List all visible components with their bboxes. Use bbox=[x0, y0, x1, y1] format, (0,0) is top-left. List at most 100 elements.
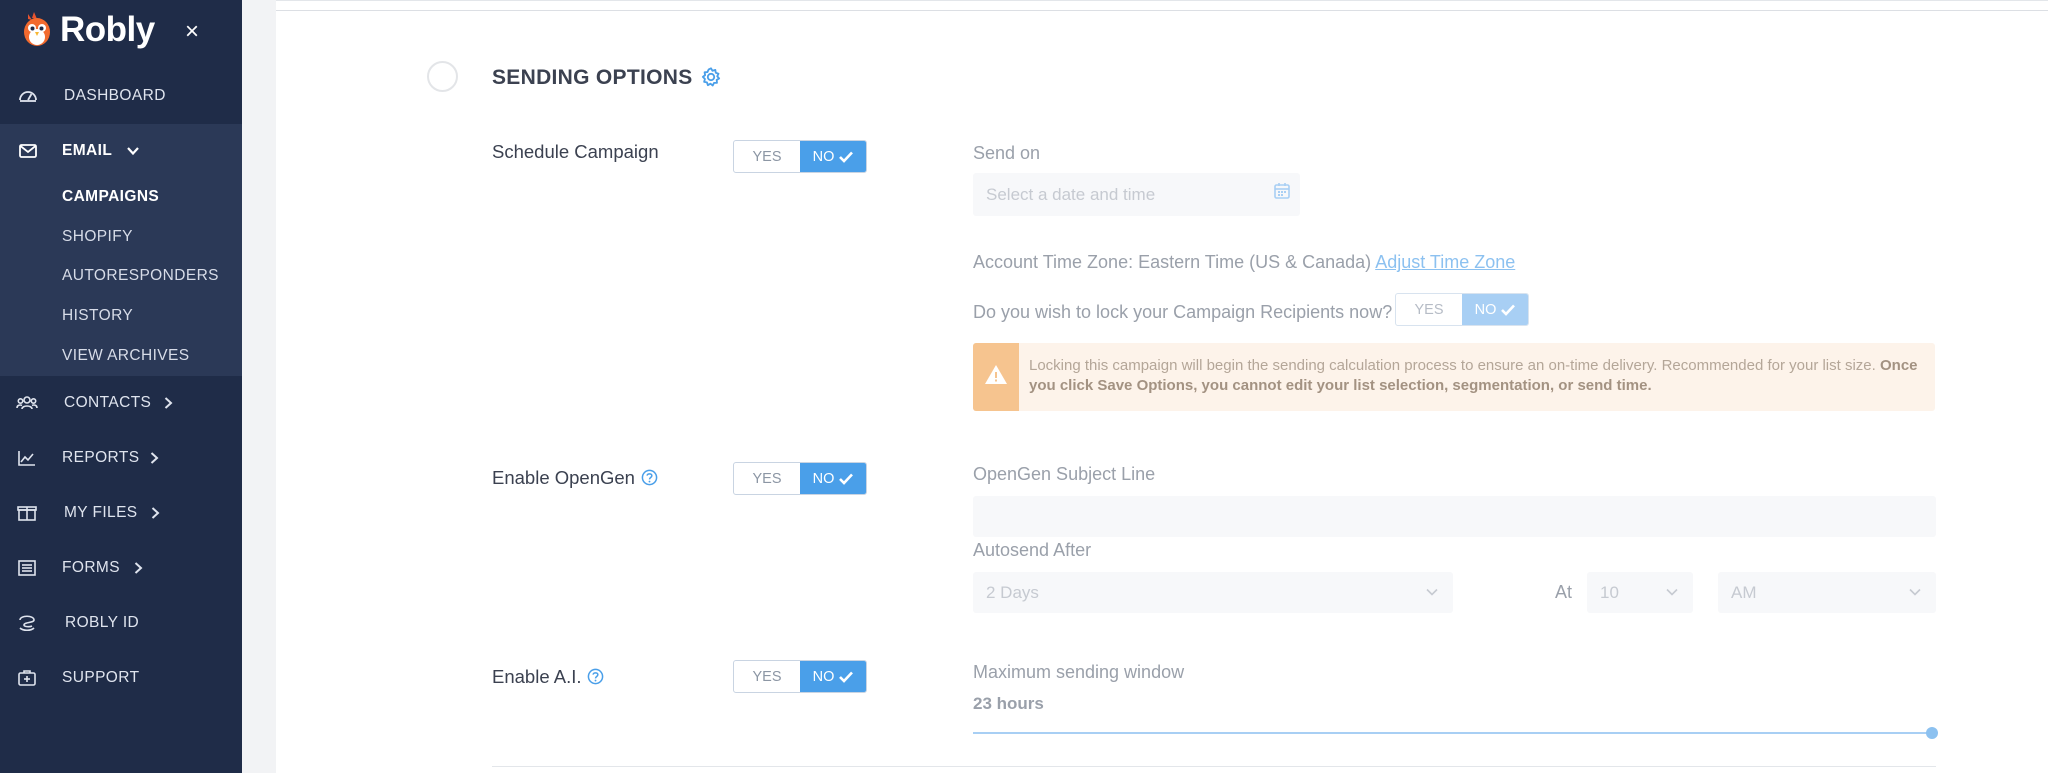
sidebar-item-label: FORMS bbox=[62, 559, 120, 576]
autosend-after-label: Autosend After bbox=[973, 540, 1092, 560]
divider bbox=[492, 766, 1936, 767]
sending-window-slider-handle[interactable] bbox=[1926, 727, 1939, 739]
sidebar-subitem-history[interactable]: HISTORY bbox=[62, 307, 133, 325]
chevron-right-icon bbox=[134, 562, 143, 574]
help-circle-icon[interactable] bbox=[641, 469, 658, 486]
enable-opengen-label: Enable OpenGen bbox=[492, 467, 658, 489]
sidebar-subitem-autoresponders[interactable]: AUTORESPONDERS bbox=[62, 267, 219, 285]
timezone-text: Account Time Zone: Eastern Time (US & Ca… bbox=[973, 252, 1515, 273]
warning-bar bbox=[973, 343, 1019, 411]
app-root: Robly × DASHBOARD EMAIL CAMPAIGNS SHOPIF… bbox=[0, 0, 2048, 773]
autosend-ampm-select[interactable]: AM bbox=[1718, 572, 1936, 613]
schedule-no-option[interactable]: NO bbox=[800, 141, 866, 172]
checkmark-icon bbox=[839, 671, 854, 683]
checkmark-icon bbox=[839, 151, 854, 163]
max-sending-window-label: Maximum sending window bbox=[973, 662, 1185, 682]
robly-bird-logo-icon bbox=[24, 12, 50, 46]
app-name: Robly bbox=[60, 10, 155, 49]
checkmark-icon bbox=[839, 473, 854, 485]
warning-triangle-icon bbox=[985, 365, 1007, 384]
enable-ai-label: Enable A.I. bbox=[492, 666, 604, 688]
envelope-icon bbox=[19, 144, 37, 158]
enable-ai-toggle[interactable]: YES NO bbox=[733, 660, 867, 693]
sidebar-subitem-view-archives[interactable]: VIEW ARCHIVES bbox=[62, 347, 190, 365]
close-sidebar-icon[interactable]: × bbox=[180, 20, 204, 44]
autosend-hour-select[interactable]: 10 bbox=[1587, 572, 1693, 613]
divider bbox=[276, 10, 2048, 11]
schedule-campaign-toggle[interactable]: YES NO bbox=[733, 140, 867, 173]
ai-no-option[interactable]: NO bbox=[800, 661, 866, 692]
send-date-input[interactable]: Select a date and time bbox=[973, 173, 1300, 216]
form-icon bbox=[18, 560, 36, 576]
max-sending-window-value: 23 hours bbox=[973, 694, 1044, 713]
at-label: At bbox=[1555, 582, 1573, 602]
enable-opengen-toggle[interactable]: YES NO bbox=[733, 462, 867, 495]
robly-id-icon bbox=[19, 615, 35, 632]
hour-value: 10 bbox=[1600, 583, 1619, 602]
send-on-label: Send on bbox=[973, 143, 1041, 163]
box-icon bbox=[17, 506, 37, 521]
sidebar-item-label: SUPPORT bbox=[62, 669, 140, 686]
no-label: NO bbox=[812, 668, 835, 685]
chevron-right-icon bbox=[164, 397, 173, 409]
sidebar-subitem-campaigns[interactable]: CAMPAIGNS bbox=[62, 188, 159, 206]
lock-no-option[interactable]: NO bbox=[1462, 294, 1528, 325]
sidebar-item-label: EMAIL bbox=[62, 142, 113, 159]
sidebar-item-reports[interactable]: REPORTS bbox=[0, 434, 242, 482]
chevron-down-icon bbox=[1666, 588, 1678, 596]
adjust-time-zone-link[interactable]: Adjust Time Zone bbox=[1375, 252, 1515, 272]
schedule-yes-option[interactable]: YES bbox=[734, 141, 800, 172]
autosend-after-select[interactable]: 2 Days bbox=[973, 572, 1453, 613]
chevron-down-icon bbox=[1426, 588, 1438, 596]
schedule-campaign-label: Schedule Campaign bbox=[492, 141, 659, 162]
timezone-value: Account Time Zone: Eastern Time (US & Ca… bbox=[973, 252, 1372, 272]
sidebar-subitem-shopify[interactable]: SHOPIFY bbox=[62, 228, 133, 246]
chevron-right-icon bbox=[150, 452, 159, 464]
sidebar-item-label: DASHBOARD bbox=[64, 87, 166, 104]
no-label: NO bbox=[1474, 301, 1497, 318]
lock-yes-option[interactable]: YES bbox=[1396, 294, 1462, 325]
autosend-value: 2 Days bbox=[986, 583, 1039, 602]
section-title: SENDING OPTIONS bbox=[492, 66, 693, 89]
opengen-subject-input[interactable] bbox=[973, 496, 1936, 537]
ai-label-text: Enable A.I. bbox=[492, 666, 582, 687]
sidebar-item-label: ROBLY ID bbox=[65, 614, 140, 631]
date-placeholder: Select a date and time bbox=[986, 185, 1156, 204]
sidebar-item-contacts[interactable]: CONTACTS bbox=[0, 379, 242, 427]
ampm-value: AM bbox=[1731, 583, 1757, 602]
checkmark-icon bbox=[1501, 304, 1516, 316]
sidebar-item-email[interactable]: EMAIL bbox=[0, 127, 242, 175]
lock-recipients-toggle[interactable]: YES NO bbox=[1395, 293, 1529, 326]
lock-warning-alert: Locking this campaign will begin the sen… bbox=[973, 343, 1935, 411]
opengen-yes-option[interactable]: YES bbox=[734, 463, 800, 494]
chevron-down-icon[interactable] bbox=[126, 144, 140, 158]
no-label: NO bbox=[812, 148, 835, 165]
chevron-down-icon bbox=[1909, 588, 1921, 596]
sidebar-item-label: REPORTS bbox=[62, 449, 140, 466]
opengen-subject-label: OpenGen Subject Line bbox=[973, 464, 1156, 484]
sidebar: Robly × DASHBOARD EMAIL CAMPAIGNS SHOPIF… bbox=[0, 0, 242, 773]
sidebar-item-my-files[interactable]: MY FILES bbox=[0, 489, 242, 537]
lock-recipients-question: Do you wish to lock your Campaign Recipi… bbox=[973, 302, 1393, 322]
no-label: NO bbox=[812, 470, 835, 487]
sidebar-item-dashboard[interactable]: DASHBOARD bbox=[0, 72, 242, 120]
gear-icon[interactable] bbox=[700, 66, 722, 88]
warning-text: Locking this campaign will begin the sen… bbox=[1029, 356, 1924, 396]
help-circle-icon[interactable] bbox=[587, 668, 604, 685]
calendar-icon[interactable] bbox=[1272, 181, 1292, 201]
ai-yes-option[interactable]: YES bbox=[734, 661, 800, 692]
support-icon bbox=[18, 670, 36, 686]
users-icon bbox=[16, 396, 38, 410]
sidebar-item-forms[interactable]: FORMS bbox=[0, 544, 242, 592]
chevron-right-icon bbox=[151, 507, 160, 519]
opengen-label-text: Enable OpenGen bbox=[492, 467, 635, 488]
warning-body: Locking this campaign will begin the sen… bbox=[1029, 357, 1876, 374]
dashboard-icon bbox=[19, 91, 37, 102]
sidebar-item-support[interactable]: SUPPORT bbox=[0, 654, 242, 702]
section-step-circle bbox=[427, 61, 458, 92]
sidebar-item-robly-id[interactable]: ROBLY ID bbox=[0, 599, 242, 647]
sidebar-item-label: MY FILES bbox=[64, 504, 138, 521]
sending-window-slider-track[interactable] bbox=[973, 732, 1934, 734]
opengen-no-option[interactable]: NO bbox=[800, 463, 866, 494]
sidebar-item-label: CONTACTS bbox=[64, 394, 152, 411]
